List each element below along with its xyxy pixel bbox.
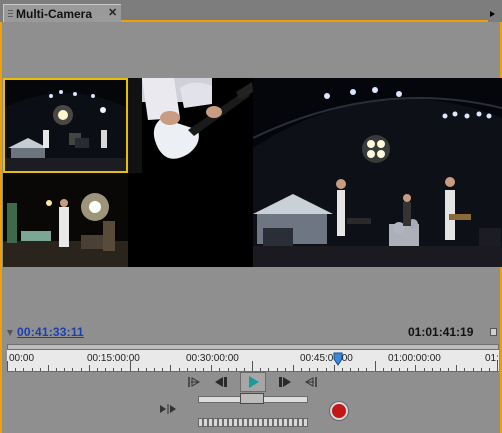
- ruler-label: 00:45:00:00: [300, 353, 353, 364]
- ruler-tick: [497, 361, 498, 371]
- go-to-in-point-icon[interactable]: [187, 376, 201, 388]
- ruler-tick: [89, 365, 90, 371]
- ruler-tick: [113, 368, 114, 371]
- camera-4-image: [128, 173, 253, 267]
- ruler-tick: [268, 368, 269, 371]
- ruler-tick: [179, 368, 180, 371]
- close-icon[interactable]: ✕: [108, 6, 117, 19]
- ruler-tick: [203, 368, 204, 371]
- ruler-tick: [326, 368, 327, 371]
- play-icon: [249, 376, 259, 388]
- timecode-options-icon[interactable]: [490, 328, 497, 336]
- ruler-tick: [7, 361, 8, 371]
- ruler-tick: [399, 368, 400, 371]
- ruler-tick: [301, 368, 302, 371]
- camera-2-preview[interactable]: [128, 78, 253, 173]
- ruler-tick: [366, 368, 367, 371]
- panel-menu-icon[interactable]: [486, 6, 500, 20]
- ruler-tick: [40, 368, 41, 371]
- ruler-tick: [489, 368, 490, 371]
- ruler-tick: [138, 368, 139, 371]
- ruler-label: 00:30:00:00: [186, 353, 239, 364]
- ruler-tick: [170, 365, 171, 371]
- ruler-tick: [162, 368, 163, 371]
- camera-4-preview[interactable]: [128, 173, 253, 267]
- ruler-tick: [293, 365, 294, 371]
- ruler-tick: [383, 368, 384, 371]
- ruler-tick: [407, 368, 408, 371]
- ruler-label: 00:00: [9, 353, 35, 364]
- ruler-tick: [130, 361, 131, 371]
- program-image: [253, 78, 502, 267]
- ruler-tick: [244, 368, 245, 371]
- ruler-tick: [456, 365, 457, 371]
- ruler-tick: [260, 368, 261, 371]
- camera-3-preview[interactable]: [3, 173, 128, 267]
- ruler-tick: [195, 368, 196, 371]
- ruler-tick: [424, 368, 425, 371]
- ruler-tick: [72, 368, 73, 371]
- timecode-menu-icon[interactable]: [7, 330, 13, 336]
- ruler-tick: [415, 365, 416, 371]
- ruler-tick: [219, 368, 220, 371]
- ruler-tick: [23, 368, 24, 371]
- ruler-tick: [81, 368, 82, 371]
- tab-multi-camera[interactable]: Multi-Camera ✕: [3, 4, 121, 22]
- current-timecode[interactable]: 00:41:33:11: [17, 325, 84, 339]
- camera-3-image: [3, 173, 128, 267]
- ruler-label: 01:00:00:00: [388, 353, 441, 364]
- ruler-tick: [154, 368, 155, 371]
- shuttle-slider-knob[interactable]: [240, 393, 264, 404]
- program-monitor: [253, 78, 502, 267]
- ruler-label: 00:15:00:00: [87, 353, 140, 364]
- jog-wheel[interactable]: [198, 418, 308, 427]
- play-button[interactable]: [240, 372, 266, 392]
- ruler-tick: [375, 361, 376, 371]
- ruler-tick: [236, 368, 237, 371]
- ruler-tick: [211, 365, 212, 371]
- step-back-icon[interactable]: [213, 376, 229, 388]
- playhead-icon[interactable]: [333, 352, 343, 366]
- ruler-tick: [464, 368, 465, 371]
- ruler-tick: [350, 368, 351, 371]
- ruler-tick: [97, 368, 98, 371]
- ruler-tick: [481, 368, 482, 371]
- ruler-tick: [391, 368, 392, 371]
- step-forward-icon[interactable]: [277, 376, 293, 388]
- ruler-tick: [105, 368, 106, 371]
- ruler-tick: [358, 368, 359, 371]
- ruler-tick: [285, 368, 286, 371]
- ruler-tick: [309, 368, 310, 371]
- ruler-tick: [64, 368, 65, 371]
- go-to-out-point-icon[interactable]: [304, 376, 318, 388]
- ruler-tick: [473, 368, 474, 371]
- play-in-to-out-icon[interactable]: [158, 403, 178, 415]
- ruler-tick: [277, 368, 278, 371]
- camera-2-image: [128, 78, 253, 173]
- ruler-tick: [48, 365, 49, 371]
- ruler-tick: [448, 368, 449, 371]
- ruler-tick: [342, 368, 343, 371]
- tab-grip-icon[interactable]: [8, 10, 13, 19]
- ruler-tick: [146, 368, 147, 371]
- ruler-tick: [432, 368, 433, 371]
- duration-timecode: 01:01:41:19: [408, 325, 474, 339]
- ruler-tick: [187, 368, 188, 371]
- ruler-tick: [32, 368, 33, 371]
- panel-title: Multi-Camera: [16, 7, 93, 21]
- camera-1-image: [3, 78, 128, 173]
- ruler-tick: [228, 368, 229, 371]
- record-button[interactable]: [330, 402, 348, 420]
- ruler-tick: [252, 361, 253, 371]
- ruler-tick: [440, 368, 441, 371]
- ruler-tick: [317, 368, 318, 371]
- ruler-tick: [15, 368, 16, 371]
- ruler-tick: [121, 368, 122, 371]
- camera-1-preview[interactable]: [3, 78, 128, 173]
- time-ruler[interactable]: 00:00 00:15:00:00 00:30:00:00 00:45:00:0…: [7, 350, 499, 372]
- ruler-tick: [56, 368, 57, 371]
